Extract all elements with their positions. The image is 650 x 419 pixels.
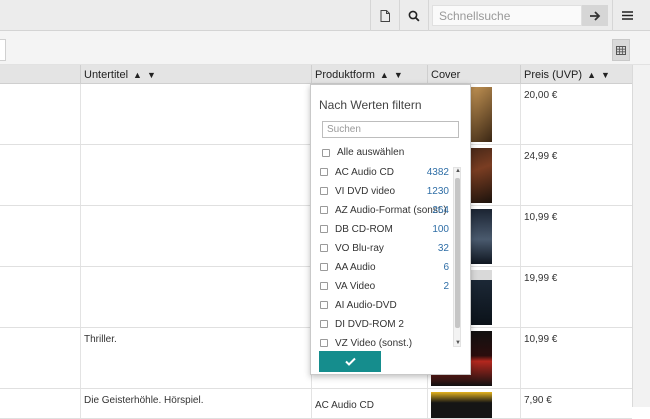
view-tab[interactable]: [0, 39, 6, 61]
document-icon[interactable]: [371, 0, 399, 31]
filter-title: Nach Werten filtern: [319, 98, 422, 112]
option-count: 1230: [426, 185, 449, 197]
option-checkbox[interactable]: [320, 301, 328, 309]
column-header-cover[interactable]: Cover: [427, 65, 520, 84]
search-submit-button[interactable]: [582, 5, 608, 26]
scroll-down-icon[interactable]: ▼: [455, 340, 461, 346]
filter-values-list[interactable]: AC Audio CD 4382 VI DVD video 1230 AZ Audi…: [320, 163, 463, 349]
top-toolbar: Schnellsuche: [0, 0, 650, 31]
filter-option[interactable]: VO Blu-ray 32: [320, 239, 452, 257]
grid-view-icon[interactable]: [612, 39, 630, 61]
option-count: 4382: [426, 166, 449, 178]
cell-untertitel: [80, 267, 311, 327]
option-label: VZ Video (sonst.): [335, 337, 413, 349]
option-checkbox[interactable]: [320, 168, 328, 176]
option-checkbox[interactable]: [320, 282, 328, 290]
scrollbar-thumb[interactable]: [455, 178, 460, 328]
right-panel-edge: [632, 65, 650, 407]
sort-icon[interactable]: ▲: [587, 70, 596, 80]
column-label: Cover: [431, 69, 461, 81]
cell-preis: 20,00 €: [520, 84, 632, 144]
scroll-up-icon[interactable]: ▲: [455, 168, 461, 174]
toolbar-divider: [428, 0, 429, 31]
cell-preis: 10,99 €: [520, 206, 632, 266]
filter-list-scrollbar[interactable]: ▲ ▼: [453, 167, 461, 347]
table-header: Untertitel ▲︎ ▼ Produktform ▲ ▼ Cover Preis …: [0, 65, 632, 84]
option-checkbox[interactable]: [320, 339, 328, 347]
quick-search-input[interactable]: Schnellsuche: [432, 5, 582, 26]
cell-untertitel: Die Geisterhöhle. Hörspiel.: [80, 389, 311, 418]
filter-option[interactable]: AA Audio 6: [320, 258, 452, 276]
filter-icon[interactable]: ▼: [147, 70, 156, 80]
cell-preis: 7,90 €: [520, 389, 632, 418]
filter-option[interactable]: VI DVD video 1230: [320, 182, 452, 200]
cell-untertitel: [80, 84, 311, 144]
option-checkbox[interactable]: [320, 244, 328, 252]
cell-cover: [427, 389, 520, 418]
filter-option[interactable]: VA Video 2: [320, 277, 452, 295]
option-checkbox[interactable]: [320, 206, 328, 214]
option-label: AZ Audio-Format (sonst.): [335, 204, 447, 216]
option-label: DI DVD-ROM 2: [335, 318, 404, 330]
apply-filter-button[interactable]: [319, 351, 381, 372]
filter-icon[interactable]: ▼: [601, 70, 610, 80]
column-label: Untertitel: [84, 69, 129, 81]
arrow-right-icon: [589, 10, 600, 21]
filter-popup: Nach Werten filtern Suchen Alle auswähle…: [310, 84, 471, 375]
option-checkbox[interactable]: [320, 320, 328, 328]
search-icon[interactable]: [400, 0, 428, 31]
column-label: Preis (UVP): [524, 69, 583, 81]
column-header-produktform[interactable]: Produktform ▲ ▼: [311, 65, 427, 84]
option-checkbox[interactable]: [320, 225, 328, 233]
option-checkbox[interactable]: [320, 187, 328, 195]
filter-option[interactable]: VZ Video (sonst.): [320, 334, 452, 349]
cell-untertitel: Thriller.: [80, 328, 311, 388]
select-all-label: Alle auswählen: [337, 147, 405, 158]
option-count: 32: [437, 242, 449, 254]
column-header-preis[interactable]: Preis (UVP) ▲ ▼: [520, 65, 632, 84]
filter-option[interactable]: AC Audio CD 4382: [320, 163, 452, 181]
option-label: VA Video: [335, 280, 376, 292]
hamburger-menu-icon[interactable]: [613, 0, 641, 31]
cell-produktform: AC Audio CD: [311, 389, 427, 418]
select-all-checkbox[interactable]: [322, 148, 330, 157]
option-count: 264: [432, 204, 449, 216]
column-label: Produktform: [315, 69, 375, 81]
cell-preis: 24,99 €: [520, 145, 632, 205]
filter-option[interactable]: AZ Audio-Format (sonst.) 264: [320, 201, 452, 219]
option-label: DB CD-ROM: [335, 223, 393, 235]
cell-untertitel: [80, 145, 311, 205]
option-label: AA Audio: [335, 261, 376, 273]
column-header-untertitel[interactable]: Untertitel ▲︎ ▼: [80, 65, 311, 84]
option-count: 100: [432, 223, 449, 235]
checkmark-icon: [344, 357, 356, 366]
cover-image[interactable]: [431, 392, 492, 418]
view-bar: [0, 31, 650, 65]
table-row[interactable]: Die Geisterhöhle. Hörspiel. AC Audio CD …: [0, 389, 632, 419]
filter-option[interactable]: DB CD-ROM 100: [320, 220, 452, 238]
cell-preis: 10,99 €: [520, 328, 632, 388]
filter-option[interactable]: AI Audio-DVD: [320, 296, 452, 314]
filter-icon[interactable]: ▼: [394, 70, 403, 80]
filter-search-input[interactable]: Suchen: [322, 121, 459, 138]
sort-icon[interactable]: ▲: [380, 70, 389, 80]
select-all-option[interactable]: Alle auswählen: [322, 147, 404, 158]
cell-preis: 19,99 €: [520, 267, 632, 327]
option-count: 6: [443, 261, 449, 273]
option-checkbox[interactable]: [320, 263, 328, 271]
sort-icon[interactable]: ▲︎: [133, 70, 142, 80]
cell-untertitel: [80, 206, 311, 266]
option-label: VO Blu-ray: [335, 242, 384, 254]
option-label: AC Audio CD: [335, 166, 394, 178]
filter-option[interactable]: DI DVD-ROM 2: [320, 315, 452, 333]
option-label: AI Audio-DVD: [335, 299, 397, 311]
option-count: 2: [443, 280, 449, 292]
option-label: VI DVD video: [335, 185, 396, 197]
